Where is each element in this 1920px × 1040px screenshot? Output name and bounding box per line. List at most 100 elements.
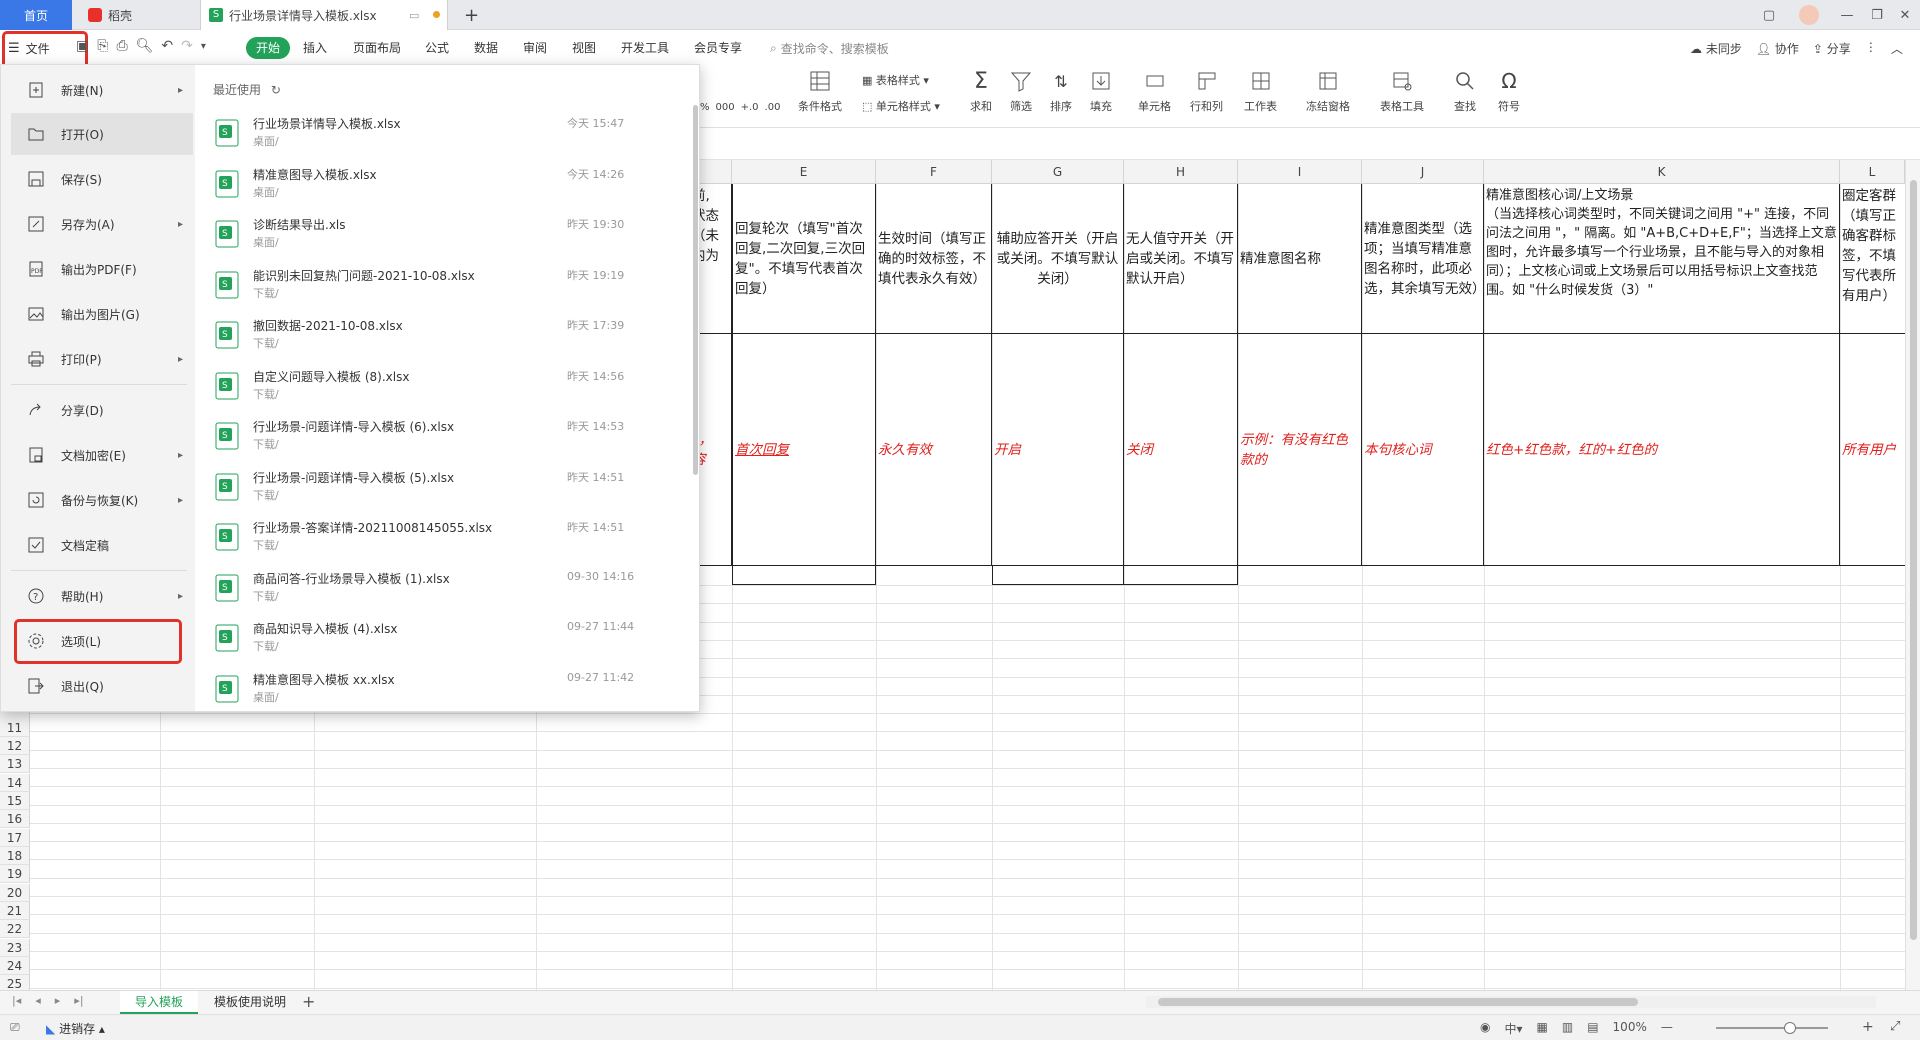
- tab-home[interactable]: 首页: [0, 0, 72, 30]
- command-search[interactable]: ⌕ 查找命令、搜索模板: [770, 40, 889, 57]
- tab-insert[interactable]: 插入: [303, 37, 327, 59]
- zoom-slider-handle[interactable]: [1784, 1022, 1796, 1034]
- vertical-scroll-thumb[interactable]: [1910, 180, 1917, 940]
- percent-button[interactable]: %: [700, 102, 710, 113]
- menu-item-new[interactable]: 新建(N) ▸: [11, 69, 193, 111]
- inventory-button[interactable]: ◣ 进销存 ▴: [46, 1020, 105, 1037]
- menu-item-save-as[interactable]: 另存为(A) ▸: [11, 203, 193, 245]
- recent-file-item[interactable]: S 精准意图导入模板 xx.xlsx 桌面/09-27 11:42: [213, 665, 683, 715]
- cell-button[interactable]: 单元格: [1138, 68, 1171, 114]
- cell-header-f[interactable]: 生效时间（填写正确的时效标签，不填代表永久有效）: [876, 184, 992, 334]
- worksheet-button[interactable]: 工作表: [1244, 68, 1277, 114]
- refresh-icon[interactable]: ↻: [271, 83, 281, 97]
- add-sheet-icon[interactable]: +: [302, 992, 315, 1011]
- recent-file-item[interactable]: S 撤回数据-2021-10-08.xlsx 下载/昨天 17:39: [213, 311, 683, 361]
- collapse-ribbon-icon[interactable]: ︿: [1891, 40, 1903, 57]
- column-header-h[interactable]: H: [1124, 160, 1238, 184]
- recent-scrollbar[interactable]: [693, 65, 699, 711]
- fullscreen-icon[interactable]: ⤢: [1890, 1019, 1900, 1034]
- tab-page-layout[interactable]: 页面布局: [353, 37, 401, 59]
- recent-file-item[interactable]: S 商品问答-行业场景导入模板 (1).xlsx 下载/09-30 14:16: [213, 564, 683, 614]
- cell-header-g[interactable]: 辅助应答开关（开启或关闭。不填写默认关闭）: [992, 184, 1124, 334]
- recent-file-item[interactable]: S 诊断结果导出.xls 桌面/昨天 19:30: [213, 210, 683, 260]
- zoom-level[interactable]: 100%: [1613, 1020, 1647, 1037]
- row-header-18[interactable]: 18: [0, 847, 30, 866]
- tab-member[interactable]: 会员专享: [694, 37, 742, 59]
- menu-item-encrypt[interactable]: 文档加密(E) ▸: [11, 434, 193, 476]
- tab-review[interactable]: 审阅: [523, 37, 547, 59]
- recent-file-item[interactable]: S 行业场景详情导入模板.xlsx 桌面/今天 15:47: [213, 109, 683, 159]
- menu-item-help[interactable]: ? 帮助(H) ▸: [11, 575, 193, 617]
- sheet-tab-guide[interactable]: 模板使用说明: [204, 991, 296, 1014]
- freeze-button[interactable]: 冻结窗格: [1306, 68, 1350, 114]
- last-sheet-icon[interactable]: ▸|: [74, 994, 83, 1007]
- cell-header-i[interactable]: 精准意图名称: [1238, 184, 1362, 334]
- cell-header-k[interactable]: 精准意图核心词/上文场景 （当选择核心词类型时，不同关键词之间用 "+" 连接，…: [1484, 184, 1840, 334]
- zoom-in-icon[interactable]: +: [1862, 1019, 1874, 1035]
- layout-icon[interactable]: ▢: [1752, 0, 1786, 30]
- recent-file-item[interactable]: S 能识别未回复热门问题-2021-10-08.xlsx 下载/昨天 19:19: [213, 261, 683, 311]
- column-header-i[interactable]: I: [1238, 160, 1362, 184]
- cell-example-h[interactable]: 关闭: [1124, 334, 1238, 566]
- column-header-j[interactable]: J: [1362, 160, 1484, 184]
- undo-icon[interactable]: ↶: [161, 38, 173, 54]
- next-sheet-icon[interactable]: ▸: [55, 994, 61, 1007]
- column-header-l[interactable]: L: [1840, 160, 1905, 184]
- chevron-down-icon[interactable]: ▾: [201, 41, 206, 54]
- tab-view[interactable]: 视图: [572, 37, 596, 59]
- tab-daoke[interactable]: 稻壳: [80, 0, 200, 30]
- cell-header-e[interactable]: 回复轮次（填写"首次回复,二次回复,三次回复"。不填写代表首次回复）: [732, 184, 876, 334]
- tab-developer[interactable]: 开发工具: [621, 37, 669, 59]
- empty-cell[interactable]: [992, 566, 1124, 585]
- minimize-icon[interactable]: —: [1830, 0, 1864, 30]
- row-header-20[interactable]: 20: [0, 884, 30, 903]
- save-icon[interactable]: ▣: [76, 38, 89, 54]
- cell-example-e[interactable]: 首次回复: [732, 334, 876, 566]
- empty-cell[interactable]: [732, 566, 876, 585]
- cell-example-i[interactable]: 示例：有没有红色款的: [1238, 334, 1362, 566]
- cond-format-button[interactable]: 条件格式: [798, 68, 842, 114]
- input-method-icon[interactable]: 中▾: [1504, 1020, 1522, 1037]
- row-header-19[interactable]: 19: [0, 865, 30, 884]
- menu-item-backup[interactable]: 备份与恢复(K) ▸: [11, 479, 193, 521]
- menu-item-exit[interactable]: 退出(Q): [11, 665, 193, 707]
- restore-tab-icon[interactable]: ▭: [409, 9, 419, 22]
- row-header-17[interactable]: 17: [0, 829, 30, 848]
- horizontal-scrollbar[interactable]: [1146, 996, 1876, 1008]
- table-tools-button[interactable]: 表格工具: [1380, 68, 1424, 114]
- fill-button[interactable]: 填充: [1088, 68, 1114, 114]
- thousands-button[interactable]: 000: [716, 102, 735, 113]
- print-icon[interactable]: ⎙: [116, 38, 127, 54]
- tab-current-file[interactable]: S 行业场景详情导入模板.xlsx ▭: [200, 0, 448, 30]
- cell-example-j[interactable]: 本句核心词: [1362, 334, 1484, 566]
- empty-cell[interactable]: [1124, 566, 1238, 585]
- page-view-icon[interactable]: ▥: [1562, 1020, 1573, 1037]
- first-sheet-icon[interactable]: |◂: [12, 994, 21, 1007]
- macro-icon[interactable]: ⎚: [10, 1020, 20, 1035]
- avatar[interactable]: [1792, 0, 1826, 30]
- tab-data[interactable]: 数据: [474, 37, 498, 59]
- row-header-24[interactable]: 24: [0, 957, 30, 976]
- increase-decimal-button[interactable]: +.0: [741, 102, 759, 113]
- column-header-g[interactable]: G: [992, 160, 1124, 184]
- recent-file-item[interactable]: S 自定义问题导入模板 (8).xlsx 下载/昨天 14:56: [213, 362, 683, 412]
- recent-file-item[interactable]: S 行业场景-问题详情-导入模板 (6).xlsx 下载/昨天 14:53: [213, 412, 683, 462]
- zoom-out-icon[interactable]: —: [1661, 1020, 1673, 1037]
- recent-file-item[interactable]: S 行业场景-答案详情-20211008145055.xlsx 下载/昨天 14:5…: [213, 513, 683, 563]
- normal-view-icon[interactable]: ▦: [1537, 1020, 1548, 1037]
- menu-item-export-pdf[interactable]: PDF 输出为PDF(F): [11, 248, 193, 290]
- prev-sheet-icon[interactable]: ◂: [35, 994, 41, 1007]
- cell-example-f[interactable]: 永久有效: [876, 334, 992, 566]
- tab-start[interactable]: 开始: [246, 37, 291, 59]
- cell-example-g[interactable]: 开启: [992, 334, 1124, 566]
- close-icon[interactable]: ✕: [1888, 0, 1920, 30]
- cell-header-l[interactable]: 圈定客群（填写正确客群标签，不填写代表所有用户）: [1840, 184, 1905, 334]
- decrease-decimal-button[interactable]: .00: [765, 102, 781, 113]
- break-view-icon[interactable]: ▤: [1587, 1020, 1598, 1037]
- row-header-21[interactable]: 21: [0, 902, 30, 921]
- preview-icon[interactable]: 🔍︎: [136, 38, 154, 54]
- zoom-slider[interactable]: [1716, 1022, 1828, 1034]
- cell-example-l[interactable]: 所有用户: [1840, 334, 1905, 566]
- row-header-16[interactable]: 16: [0, 810, 30, 829]
- row-header-13[interactable]: 13: [0, 755, 30, 774]
